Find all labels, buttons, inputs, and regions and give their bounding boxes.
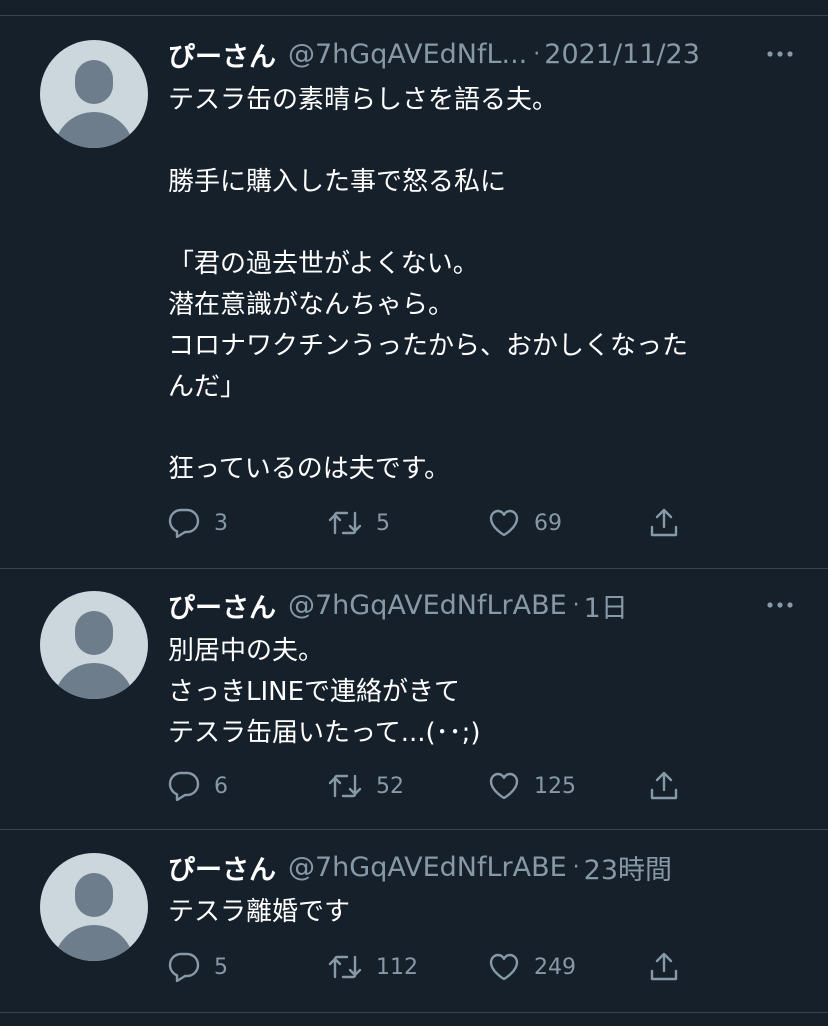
heart-icon <box>489 772 519 800</box>
avatar-head <box>75 611 113 655</box>
retweet-button[interactable]: 112 <box>328 947 418 987</box>
like-count: 125 <box>534 773 576 799</box>
tweet-header: ぴーさん @7hGqAVEdNfL... · 2021/11/23 <box>168 34 798 74</box>
tweet-text-line: テスラ缶の素晴らしさを語る夫。 <box>168 85 559 115</box>
tweet-text-line <box>168 121 788 162</box>
like-count: 249 <box>534 954 576 980</box>
more-options-icon[interactable] <box>762 34 798 74</box>
display-name[interactable]: ぴーさん <box>168 586 276 625</box>
tweet-header: ぴーさん @7hGqAVEdNfLrABE · 23時間 <box>168 847 798 887</box>
separator-dot: · <box>572 854 580 880</box>
tweet-text-line: さっきLINEで連絡がきて <box>168 677 461 707</box>
retweet-count: 112 <box>376 954 418 980</box>
avatar[interactable] <box>40 40 148 148</box>
tweet-text-line <box>168 203 788 244</box>
tweet-text: テスラ離婚です <box>168 892 788 933</box>
like-button[interactable]: 249 <box>488 947 576 987</box>
retweet-button[interactable]: 52 <box>328 766 404 806</box>
reply-button[interactable]: 3 <box>168 503 228 543</box>
share-button[interactable] <box>648 503 680 543</box>
reply-icon <box>168 771 200 801</box>
tweet[interactable]: ぴーさん @7hGqAVEdNfLrABE · 1日 別居中の夫。 さっきLIN… <box>0 569 828 830</box>
user-handle[interactable]: @7hGqAVEdNfLrABE <box>288 852 567 883</box>
tweet-date[interactable]: 1日 <box>584 586 628 625</box>
share-icon <box>650 771 678 800</box>
tweet-text-line: 狂っているのは夫です。 <box>168 454 451 484</box>
tweet-text: テスラ缶の素晴らしさを語る夫。 勝手に購入した事で怒る私に 「君の過去世がよくな… <box>168 80 788 490</box>
tweet-actions: 6 52 125 <box>168 766 788 806</box>
tweet[interactable]: ぴーさん @7hGqAVEdNfLrABE · 23時間 テスラ離婚です 5 1… <box>0 830 828 1013</box>
retweet-count: 5 <box>376 510 390 536</box>
tweet-text-line: 「君の過去世がよくない。 <box>168 249 479 279</box>
reply-button[interactable]: 5 <box>168 947 228 987</box>
retweet-icon <box>328 955 362 979</box>
like-count: 69 <box>534 510 562 536</box>
like-button[interactable]: 69 <box>488 503 562 543</box>
tweet-text-line: 別居中の夫。 <box>168 636 325 666</box>
tweet-actions: 3 5 69 <box>168 503 788 543</box>
reply-button[interactable]: 6 <box>168 766 228 806</box>
share-button[interactable] <box>648 766 680 806</box>
more-options-icon[interactable] <box>762 585 798 625</box>
retweet-count: 52 <box>376 773 404 799</box>
like-button[interactable]: 125 <box>488 766 576 806</box>
avatar-head <box>75 873 113 917</box>
display-name[interactable]: ぴーさん <box>168 35 276 74</box>
user-handle[interactable]: @7hGqAVEdNfLrABE <box>288 590 567 621</box>
avatar-shoulders <box>54 925 134 961</box>
separator-dot: · <box>572 592 580 618</box>
avatar-shoulders <box>54 663 134 699</box>
avatar-shoulders <box>54 112 134 148</box>
tweet-text-line: 潜在意識がなんちゃら。 <box>168 290 455 320</box>
tweet[interactable]: ぴーさん @7hGqAVEdNfL... · 2021/11/23 テスラ缶の素… <box>0 17 828 569</box>
tweet-date[interactable]: 2021/11/23 <box>544 39 700 70</box>
tweet-text-line: テスラ離婚です <box>168 897 351 927</box>
reply-count: 6 <box>214 773 228 799</box>
retweet-icon <box>328 511 362 535</box>
display-name[interactable]: ぴーさん <box>168 848 276 887</box>
separator-dot: · <box>533 41 541 67</box>
tweet-text-line: んだ」 <box>168 372 247 402</box>
heart-icon <box>489 953 519 981</box>
tweet-text-line <box>168 408 788 449</box>
top-divider <box>0 0 828 16</box>
retweet-icon <box>328 774 362 798</box>
user-handle[interactable]: @7hGqAVEdNfL... <box>288 39 527 70</box>
tweet-text: 別居中の夫。 さっきLINEで連絡がきて テスラ缶届いたって...(･･;) <box>168 631 788 754</box>
share-icon <box>650 952 678 981</box>
tweet-text-line: 勝手に購入した事で怒る私に <box>168 167 507 197</box>
reply-count: 3 <box>214 510 228 536</box>
share-button[interactable] <box>648 947 680 987</box>
tweet-date[interactable]: 23時間 <box>584 848 672 887</box>
retweet-button[interactable]: 5 <box>328 503 390 543</box>
share-icon <box>650 508 678 537</box>
avatar[interactable] <box>40 853 148 961</box>
avatar-head <box>75 60 113 104</box>
heart-icon <box>489 509 519 537</box>
reply-count: 5 <box>214 954 228 980</box>
tweet-text-line: テスラ缶届いたって...(･･;) <box>168 718 481 748</box>
tweet-actions: 5 112 249 <box>168 947 788 987</box>
tweet-text-line: コロナワクチンうったから、おかしくなった <box>168 331 689 361</box>
reply-icon <box>168 508 200 538</box>
avatar[interactable] <box>40 591 148 699</box>
reply-icon <box>168 952 200 982</box>
tweet-header: ぴーさん @7hGqAVEdNfLrABE · 1日 <box>168 585 798 625</box>
